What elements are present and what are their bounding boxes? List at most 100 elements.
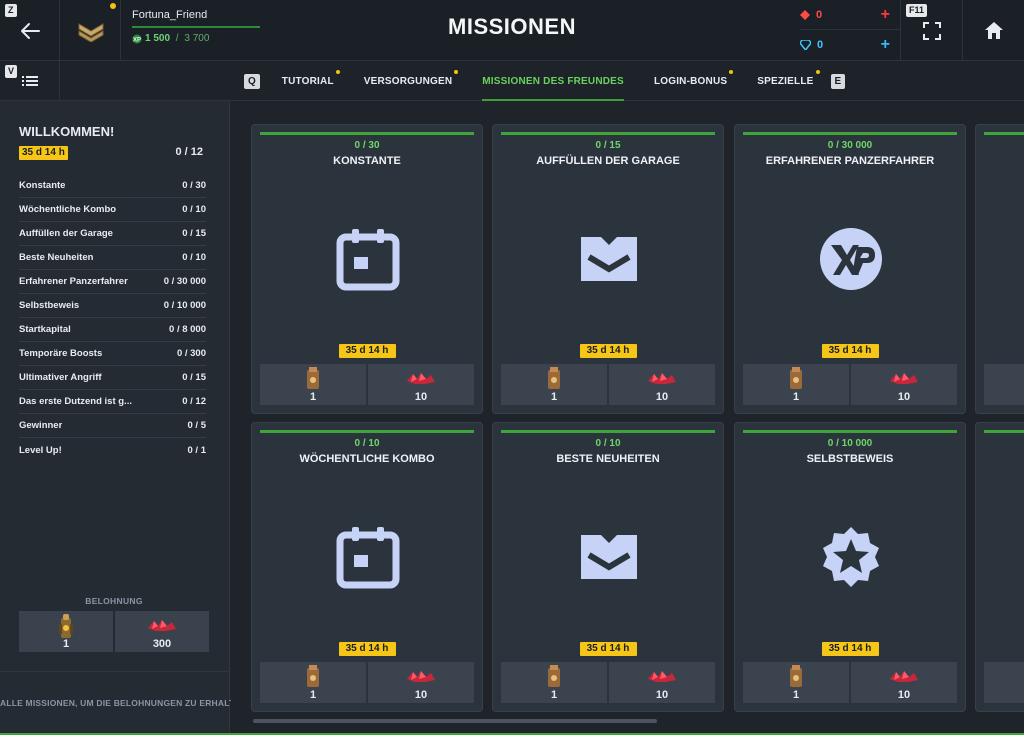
rank-notification-dot [110,3,116,9]
menu-key-hint: V [5,65,18,78]
reward-container-item[interactable]: 1 [260,662,366,703]
list-item[interactable]: Das erste Dutzend ist g... 0 / 12 [19,390,206,414]
reward-crystals-item[interactable]: 10 [368,364,474,405]
crystals-blue-counter: 0 + [800,30,900,60]
mission-card-erfahrener-panzerfahrer[interactable]: 0 / 30 000 ERFAHRENER PANZERFAHRER 35 d … [734,124,966,414]
mission-card-partial[interactable] [975,124,1024,414]
tab-label: VERSORGUNGEN [363,75,453,87]
home-icon [984,22,1003,39]
xp-icon [817,225,885,293]
reward-container-item[interactable]: 1 [260,364,366,405]
mission-progress: 0 / 30 000 [163,276,206,287]
red-crystals-icon [648,373,676,384]
reward-qty: 1 [550,391,558,403]
fullscreen-key-hint: F11 [906,4,928,17]
reward-container-item[interactable]: 1 [19,611,113,652]
tab-notification-dot [335,70,340,74]
mission-progress: 0 / 300 [176,348,206,359]
tab-spezielle[interactable]: SPEZIELLE [757,61,820,101]
red-gem-icon [800,9,810,20]
tab-notification-dot [454,70,459,74]
mission-progress: 0 / 12 [182,396,206,407]
reward-container-item[interactable]: 1 [501,364,607,405]
mission-card-selbstbeweis[interactable]: 0 / 10 000 SELBSTBEWEIS 35 d 14 h 1 10 [734,422,966,712]
mission-card-konstante[interactable]: 0 / 30 KONSTANTE 35 d 14 h 1 10 [251,124,483,414]
list-item[interactable]: Wöchentliche Kombo 0 / 10 [19,198,206,222]
red-crystals-icon [648,671,676,682]
red-crystals-icon [407,671,435,682]
add-red-gem-button[interactable]: + [881,6,890,24]
reward-qty: 1 [309,689,317,701]
mission-label: Konstante [19,180,66,191]
tab-notification-dot [815,70,820,74]
reward-qty: 1 [792,689,800,701]
list-item[interactable]: Auffüllen der Garage 0 / 15 [19,222,206,246]
fullscreen-button[interactable]: F11 [900,0,962,61]
mission-progress: 0 / 30 [182,180,206,191]
add-blue-diamond-button[interactable]: + [881,36,890,54]
card-title: WÖCHENTLICHE KOMBO [299,453,435,465]
sidebar-footer-text: ALLE MISSIONEN, UM DIE BELOHNUNGEN ZU ER… [0,698,247,708]
reward-qty: 10 [414,391,428,403]
mission-progress: 0 / 10 000 [163,300,206,311]
prev-tab-key[interactable]: Q [244,73,260,89]
mission-card-partial[interactable] [975,422,1024,712]
card-timer: 35 d 14 h [579,642,637,656]
tab-versorgungen[interactable]: VERSORGUNGEN [363,61,459,101]
mission-card-woechentliche-kombo[interactable]: 0 / 10 WÖCHENTLICHE KOMBO 35 d 14 h 1 10 [251,422,483,712]
card-rewards: 1 10 [501,364,715,405]
reward-crystals-item[interactable]: 10 [609,364,715,405]
mission-label: Wöchentliche Kombo [19,204,117,215]
tab-missionen-des-freundes[interactable]: MISSIONEN DES FREUNDES [482,61,624,101]
reward-crystals-item[interactable]: 10 [851,364,957,405]
mission-progress: 0 / 5 [187,420,207,431]
list-item[interactable]: Gewinner 0 / 5 [19,414,206,438]
card-title: SELBSTBEWEIS [806,453,894,465]
home-button[interactable] [962,0,1024,61]
reward-item[interactable] [984,364,1024,405]
tab-label: MISSIONEN DES FREUNDES [482,75,624,87]
tab-label: SPEZIELLE [757,75,814,87]
list-item[interactable]: Beste Neuheiten 0 / 10 [19,246,206,270]
reward-container-item[interactable]: 1 [743,662,849,703]
tab-notification-dot [729,70,734,74]
reward-crystals-item[interactable]: 10 [851,662,957,703]
horizontal-scrollbar[interactable] [253,719,657,723]
reward-crystals-item[interactable]: 10 [609,662,715,703]
card-progress-bar [984,430,1024,433]
container-icon [790,665,802,687]
card-progress-bar [501,132,715,135]
list-item[interactable]: Selbstbeweis 0 / 10 000 [19,294,206,318]
tab-login-bonus[interactable]: LOGIN-BONUS [654,61,734,101]
tab-tutorial[interactable]: TUTORIAL [282,61,340,101]
next-tab-key[interactable]: E [830,73,846,89]
reward-crystals-item[interactable]: 300 [115,611,209,652]
card-rewards: 1 10 [260,662,474,703]
reward-item[interactable] [984,662,1024,703]
reward-qty: 10 [655,689,669,701]
card-progress: 0 / 30 000 [827,140,873,151]
mission-label: Startkapital [19,324,71,335]
soldier-container-icon [59,614,73,638]
list-item[interactable]: Ultimativer Angriff 0 / 15 [19,366,206,390]
reward-container-item[interactable]: 1 [743,364,849,405]
reward-container-item[interactable]: 1 [501,662,607,703]
fullscreen-icon [922,21,941,40]
card-progress-bar [743,132,957,135]
container-icon [307,665,319,687]
list-item[interactable]: Erfahrener Panzerfahrer 0 / 30 000 [19,270,206,294]
calendar-icon [334,523,402,591]
reward-crystals-item[interactable]: 10 [368,662,474,703]
mission-card-beste-neuheiten[interactable]: 0 / 10 BESTE NEUHEITEN 35 d 14 h 1 10 [492,422,724,712]
mission-card-auffuellen-der-garage[interactable]: 0 / 15 AUFFÜLLEN DER GARAGE 35 d 14 h 1 … [492,124,724,414]
list-item[interactable]: Konstante 0 / 30 [19,174,206,198]
garage-icon [575,523,643,591]
menu-button[interactable]: V [0,61,60,101]
container-icon [548,665,560,687]
mission-label: Temporäre Boosts [19,348,103,359]
list-item[interactable]: Temporäre Boosts 0 / 300 [19,342,206,366]
list-item[interactable]: Startkapital 0 / 8 000 [19,318,206,342]
mission-label: Das erste Dutzend ist g... [19,396,132,407]
list-item[interactable]: Level Up! 0 / 1 [19,438,206,462]
card-rewards [984,662,1024,703]
